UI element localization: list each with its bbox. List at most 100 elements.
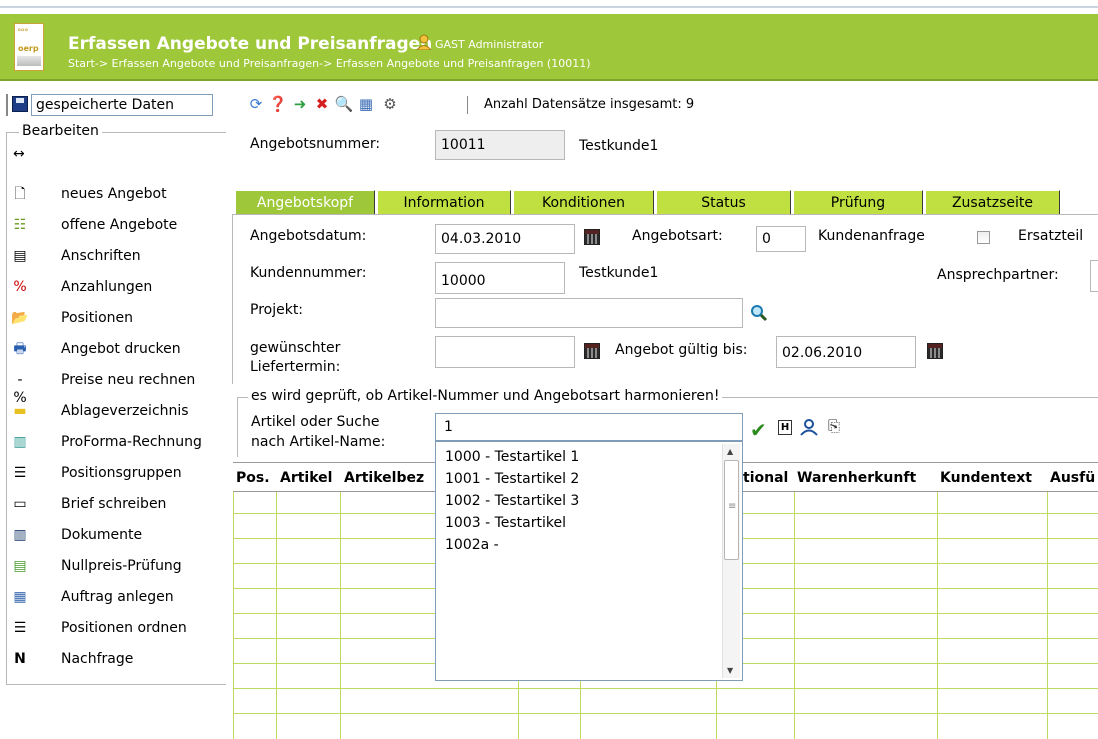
grid-col-line	[276, 492, 277, 739]
grid-col-line	[1047, 492, 1048, 739]
offer-type-label: Angebotsart:	[632, 228, 723, 244]
cancel-icon[interactable]: ✖	[312, 94, 332, 114]
table-icon[interactable]: ▦	[356, 94, 376, 114]
toolbar-separator	[467, 96, 468, 114]
help-icon[interactable]: ❓	[268, 94, 288, 114]
article-suggestions-dropdown[interactable]: 1000 - Testartikel 1 1001 - Testartikel …	[435, 441, 743, 681]
grid-header-pos[interactable]: Pos.	[233, 463, 276, 493]
sidebar-item-positions[interactable]: 📂 Positionen	[7, 305, 227, 335]
dropdown-scrollbar[interactable]: ▲ ▼	[722, 444, 740, 678]
scroll-up-arrow-icon[interactable]: ▲	[727, 447, 733, 456]
sidebar-item-sort-positions[interactable]: ☰ Positionen ordnen	[7, 615, 227, 645]
toolbar-grip	[6, 94, 8, 116]
offer-date-field[interactable]: 04.03.2010	[435, 224, 575, 254]
sidebar-item-label: Angebot drucken	[61, 341, 181, 357]
grid-header-artikel[interactable]: Artikel	[277, 463, 340, 493]
valid-until-calendar-icon[interactable]	[927, 343, 943, 359]
tab-pruefung[interactable]: Prüfung	[793, 190, 923, 214]
person-search-icon[interactable]	[798, 418, 820, 436]
project-label: Projekt:	[250, 302, 304, 318]
suggestion-item[interactable]: 1002 - Testartikel 3	[445, 493, 579, 509]
save-icon[interactable]	[12, 96, 28, 112]
suggestion-item[interactable]: 1000 - Testartikel 1	[445, 449, 579, 465]
refresh-icon[interactable]: ⟳	[246, 94, 266, 114]
article-search-label-1: Artikel oder Suche	[251, 414, 380, 430]
data-source-select[interactable]: gespeicherte Daten	[31, 94, 213, 116]
logo-dots: °°°	[17, 28, 28, 38]
scrollbar-thumb[interactable]	[724, 460, 739, 560]
breadcrumb[interactable]: Start-> Erfassen Angebote und Preisanfra…	[68, 57, 590, 70]
forward-icon[interactable]: ➜	[290, 94, 310, 114]
suggestion-item[interactable]: 1001 - Testartikel 2	[445, 471, 579, 487]
letter-icon: ▭	[13, 496, 27, 512]
sidebar-item-position-groups[interactable]: ☰ Positionsgruppen	[7, 460, 227, 490]
customer-number-field[interactable]: 10000	[435, 262, 565, 294]
grid-header-ausfuehrung[interactable]: Ausfü	[1047, 463, 1098, 493]
calendar-icon[interactable]	[584, 229, 600, 245]
spare-part-checkbox[interactable]	[977, 231, 990, 244]
sidebar-item-label: Auftrag anlegen	[61, 589, 174, 605]
resize-arrows-icon[interactable]: ↔	[13, 146, 25, 162]
grid-header-artikelbez[interactable]: Artikelbez	[341, 463, 441, 493]
valid-until-label: Angebot gültig bis:	[615, 342, 748, 358]
delivery-calendar-icon[interactable]	[584, 343, 600, 359]
sidebar-item-label: Nullpreis-Prüfung	[61, 558, 182, 574]
sidebar-item-inquiry[interactable]: N Nachfrage	[7, 646, 227, 676]
page-icon: 🗋	[14, 186, 26, 202]
contact-person-field[interactable]	[1090, 260, 1098, 292]
app-logo: °°° oerp	[14, 23, 44, 71]
article-search-input[interactable]: 1	[435, 413, 743, 441]
search-binoculars-icon[interactable]: 🔍	[334, 94, 354, 114]
grid-header-kundentext[interactable]: Kundentext	[937, 463, 1047, 493]
record-count: Anzahl Datensätze insgesamt: 9	[484, 97, 695, 112]
sidebar-item-create-order[interactable]: ▦ Auftrag anlegen	[7, 584, 227, 614]
tab-konditionen[interactable]: Konditionen	[513, 190, 654, 214]
sidebar-item-new-offer[interactable]: 🗋 neues Angebot	[7, 181, 227, 211]
logo-text: oerp	[18, 44, 39, 53]
tab-information[interactable]: Information	[377, 190, 511, 214]
app-header: °°° oerp Erfassen Angebote und Preisanfr…	[0, 14, 1098, 81]
sidebar-item-label: Anzahlungen	[61, 279, 153, 295]
tab-status[interactable]: Status	[656, 190, 791, 214]
groups-icon: ☰	[13, 465, 27, 481]
suggestion-item[interactable]: 1003 - Testartikel	[445, 515, 566, 531]
tab-zusatzseite[interactable]: Zusatzseite	[925, 190, 1060, 214]
recalc-icon: -%	[13, 372, 27, 406]
article-search-label-2: nach Artikel-Name:	[251, 434, 386, 450]
sidebar-item-label: Anschriften	[61, 248, 141, 264]
sidebar-item-letter[interactable]: ▭ Brief schreiben	[7, 491, 227, 521]
project-field[interactable]	[435, 298, 743, 328]
suggestion-item[interactable]: 1002a -	[445, 537, 499, 553]
page-title: Erfassen Angebote und Preisanfragen	[68, 34, 433, 54]
sidebar-item-recalculate[interactable]: -% Preise neu rechnen	[7, 367, 227, 406]
sidebar-item-archive-folder[interactable]: ▬ Ablageverzeichnis	[7, 398, 227, 428]
copy-icon[interactable]: ⎘	[828, 417, 840, 435]
project-search-icon[interactable]	[750, 304, 768, 322]
scroll-down-arrow-icon[interactable]: ▼	[727, 666, 733, 675]
sidebar-item-open-offers[interactable]: ☷ offene Angebote	[7, 212, 227, 242]
sort-icon: ☰	[13, 620, 27, 636]
delivery-date-field[interactable]	[435, 336, 575, 368]
check-icon: ▤	[13, 558, 27, 574]
window-top-line	[0, 0, 1098, 14]
sidebar-item-payments[interactable]: % Anzahlungen	[7, 274, 227, 304]
sidebar-item-zero-price-check[interactable]: ▤ Nullpreis-Prüfung	[7, 553, 227, 583]
sidebar-item-print[interactable]: 🖶 Angebot drucken	[7, 336, 227, 366]
valid-until-field[interactable]: 02.06.2010	[776, 336, 916, 368]
grid-header-optional[interactable]: tional	[740, 463, 795, 493]
grid-col-line	[794, 492, 795, 739]
current-user: GAST Administrator	[435, 38, 544, 51]
sidebar-item-label: Positionsgruppen	[61, 465, 182, 481]
offer-type-field[interactable]: 0	[756, 226, 806, 252]
grid-header-warenherkunft[interactable]: Warenherkunft	[794, 463, 937, 493]
article-search-legend: es wird geprüft, ob Artikel-Nummer und A…	[248, 388, 723, 404]
delivery-date-label-1: gewünschter	[250, 340, 341, 356]
sidebar-item-addresses[interactable]: ▤ Anschriften	[7, 243, 227, 273]
sidebar: Bearbeiten ↔ 🗋 neues Angebot ☷ offene Ange…	[6, 123, 227, 685]
sidebar-item-documents[interactable]: ▥ Dokumente	[7, 522, 227, 552]
confirm-check-icon[interactable]: ✔	[750, 418, 767, 442]
settings-icon[interactable]: ⚙	[380, 94, 400, 114]
tab-angebotskopf[interactable]: Angebotskopf	[235, 190, 375, 214]
article-detail-icon[interactable]: H	[778, 420, 792, 435]
sidebar-item-proforma[interactable]: ▥ ProForma-Rechnung	[7, 429, 227, 459]
